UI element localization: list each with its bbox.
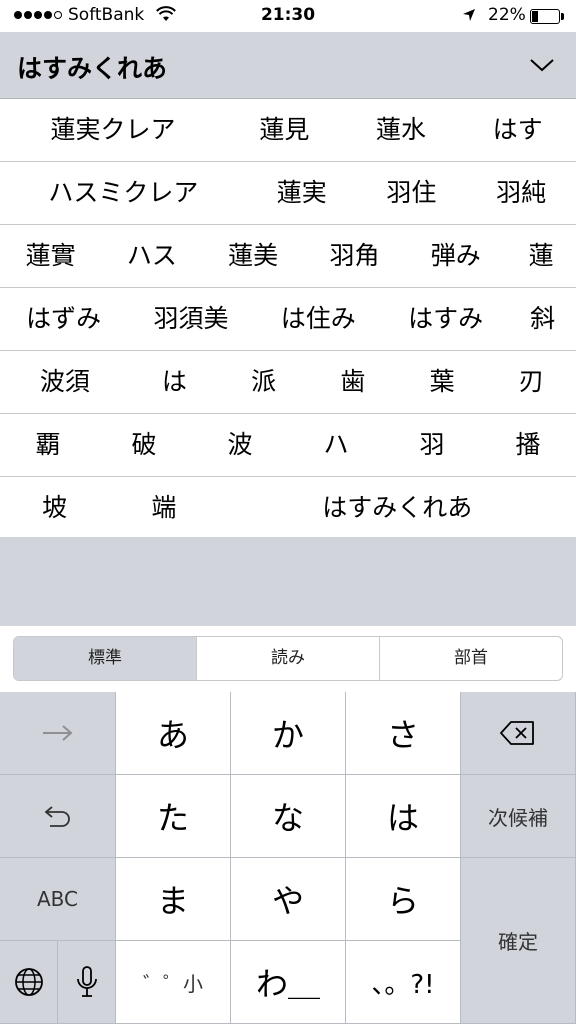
location-arrow-icon [463, 9, 475, 21]
kana-ra-label: ら [386, 882, 419, 920]
punctuation-label: 、。?! [371, 969, 435, 1000]
delete-key[interactable] [461, 692, 576, 775]
chevron-down-icon[interactable] [526, 50, 558, 80]
kana-key-ta[interactable]: た [116, 775, 231, 858]
kana-key-ra[interactable]: ら [346, 858, 461, 941]
punctuation-key[interactable]: 、。?! [346, 941, 461, 1024]
candidate-item[interactable]: 蓮見 [226, 99, 343, 161]
candidate-item[interactable]: 羽角 [304, 225, 405, 287]
kana-ya-label: や [271, 882, 304, 920]
battery-icon [530, 9, 560, 24]
candidate-item[interactable]: 蓮 [506, 225, 576, 287]
candidate-row: 波須は派歯葉刃 [0, 351, 576, 414]
candidate-item[interactable]: 蓮実 [247, 162, 357, 224]
composition-reading: はすみくれあ [17, 54, 168, 83]
kana-key-sa[interactable]: さ [346, 692, 461, 775]
tab-standard[interactable]: 標準 [14, 637, 197, 680]
candidate-item[interactable]: 羽 [384, 414, 480, 476]
candidate-item[interactable]: 蓮美 [203, 225, 304, 287]
kana-a-label: あ [156, 716, 189, 754]
candidate-spacer [0, 537, 576, 626]
kana-sa-label: さ [386, 716, 419, 754]
kana-key-a[interactable]: あ [116, 692, 231, 775]
candidate-item[interactable]: 端 [109, 477, 218, 539]
microphone-key[interactable] [58, 941, 116, 1024]
battery-tip [561, 13, 564, 20]
next-candidate-label: 次候補 [488, 805, 548, 830]
candidate-item[interactable]: はずみ [0, 288, 127, 350]
candidate-item[interactable]: 羽純 [466, 162, 576, 224]
candidate-item[interactable]: ハ [288, 414, 384, 476]
kana-key-ka[interactable]: か [231, 692, 346, 775]
candidate-row: 坡端はすみくれあ [0, 477, 576, 540]
kana-ka-label: か [271, 716, 304, 754]
microphone-icon [76, 966, 97, 997]
candidate-row: 覇破波ハ羽播 [0, 414, 576, 477]
candidate-row: はずみ 羽須美 は住み はすみ斜 [0, 288, 576, 351]
candidate-item[interactable]: 派 [219, 351, 308, 413]
confirm-key[interactable]: 確定 [461, 858, 576, 1024]
kana-na-label: な [271, 799, 304, 837]
undo-icon [44, 806, 70, 827]
globe-key[interactable] [0, 941, 58, 1024]
lookup-segmented-control: 標準 読み 部首 [13, 636, 563, 681]
kana-ha-label: は [386, 799, 419, 837]
globe-icon [14, 968, 43, 996]
candidate-item[interactable]: はす [459, 99, 576, 161]
tab-radical[interactable]: 部首 [380, 637, 562, 680]
kana-key-ha[interactable]: は [346, 775, 461, 858]
composition-bar: はすみくれあ [0, 32, 576, 99]
candidate-item[interactable]: 斜 [509, 288, 576, 350]
undo-key[interactable] [0, 775, 116, 858]
abc-key[interactable]: ABC [0, 858, 116, 941]
candidate-item[interactable]: 蓮實 [0, 225, 101, 287]
candidate-item[interactable]: 波須 [0, 351, 130, 413]
candidate-item[interactable]: はすみ [382, 288, 509, 350]
candidate-item[interactable]: ハスミクレア [0, 162, 247, 224]
candidate-row: 蓮実クレア 蓮見 蓮水 はす [0, 99, 576, 162]
candidate-row: ハスミクレア 蓮実 羽住 羽純 [0, 162, 576, 225]
candidate-item[interactable]: 羽住 [357, 162, 467, 224]
candidate-item[interactable]: 蓮水 [343, 99, 460, 161]
confirm-label: 確定 [498, 930, 538, 954]
dakuten-small-key[interactable]: ゛゜小 [116, 941, 231, 1024]
kana-key-wa[interactable]: わ＿ [231, 941, 346, 1024]
tab-reading[interactable]: 読み [197, 637, 380, 680]
kana-key-ma[interactable]: ま [116, 858, 231, 941]
candidate-item[interactable]: 破 [96, 414, 192, 476]
status-bar: SoftBank 21:30 22% [0, 0, 576, 32]
keyboard: ABC あ か さ た な は ま や ら ゛゜小 わ＿ 、。?! 次候補 確定 [0, 692, 576, 1024]
candidate-list: 蓮実クレア 蓮見 蓮水 はす ハスミクレア 蓮実 羽住 羽純 蓮實 ハス 蓮美 羽角 弾み蓮はずみ 羽須美… [0, 99, 576, 540]
candidate-item[interactable]: 羽須美 [127, 288, 254, 350]
candidate-row: 蓮實 ハス 蓮美 羽角 弾み蓮 [0, 225, 576, 288]
kana-key-ya[interactable]: や [231, 858, 346, 941]
lookup-tab-bar: 標準 読み 部首 [0, 626, 576, 692]
candidate-item[interactable]: 播 [480, 414, 576, 476]
candidate-item[interactable]: 覇 [0, 414, 96, 476]
delete-icon [500, 721, 534, 745]
kana-ma-label: ま [156, 882, 189, 920]
candidate-item[interactable]: ハス [101, 225, 202, 287]
candidate-item[interactable]: はすみくれあ [218, 477, 576, 539]
candidate-item[interactable]: は住み [255, 288, 382, 350]
candidate-item[interactable]: 刃 [487, 351, 576, 413]
candidate-item[interactable]: 坡 [0, 477, 109, 539]
kana-key-na[interactable]: な [231, 775, 346, 858]
candidate-item[interactable]: は [130, 351, 219, 413]
dakuten-label: ゛゜小 [143, 971, 203, 996]
arrow-right-key[interactable] [0, 692, 116, 775]
next-candidate-key[interactable]: 次候補 [461, 775, 576, 858]
candidate-item[interactable]: 葉 [398, 351, 487, 413]
kana-ta-label: た [156, 799, 189, 837]
battery-percent: 22% [488, 5, 526, 25]
candidate-item[interactable]: 波 [192, 414, 288, 476]
candidate-item[interactable]: 弾み [405, 225, 506, 287]
kana-wa-label: わ＿ [255, 965, 320, 1003]
arrow-right-icon [42, 725, 73, 741]
candidate-item[interactable]: 蓮実クレア [0, 99, 226, 161]
abc-key-label: ABC [36, 887, 78, 911]
candidate-item[interactable]: 歯 [308, 351, 397, 413]
